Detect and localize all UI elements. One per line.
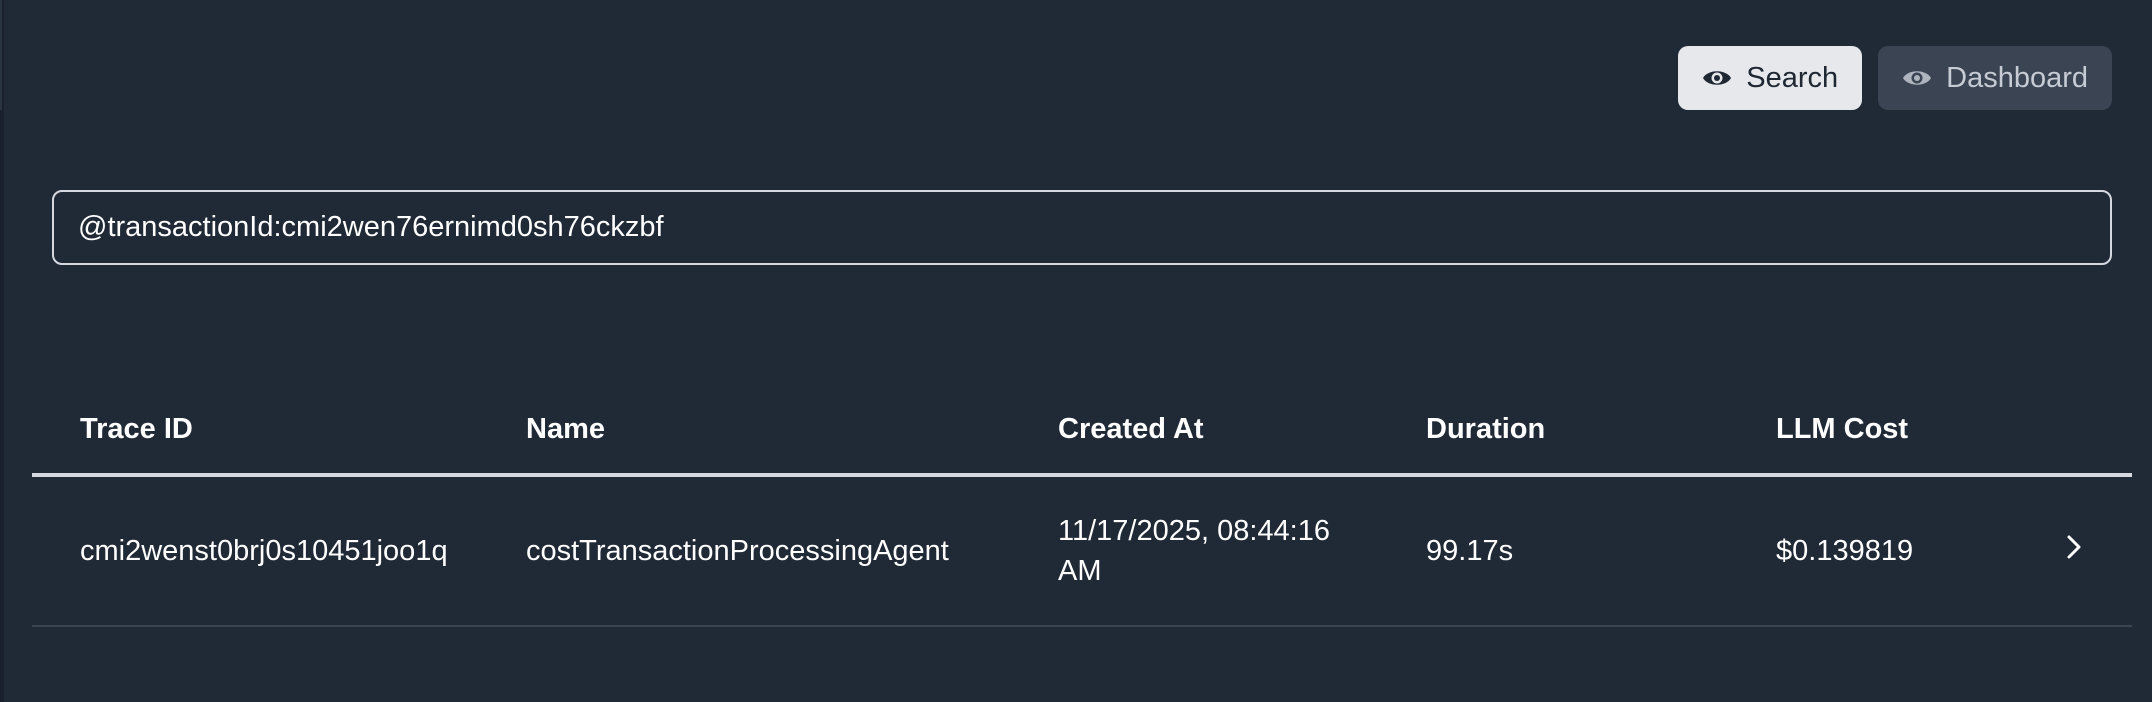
cell-trace-id: cmi2wenst0brj0s10451joo1q	[80, 534, 448, 567]
cell-name: costTransactionProcessingAgent	[526, 534, 949, 567]
cell-duration: 99.17s	[1426, 534, 1514, 567]
header-llm-cost: LLM Cost	[1776, 412, 1909, 445]
cell-llm-cost: $0.139819	[1776, 534, 1914, 567]
header-duration: Duration	[1426, 412, 1546, 445]
cell-created-at-wrap: 11/17/2025, 08:44:16 AM	[1058, 511, 1426, 591]
search-field[interactable]	[52, 190, 2112, 265]
search-view-label: Search	[1746, 61, 1839, 94]
header-created-at: Created At	[1058, 413, 1204, 445]
chevron-right-icon	[2066, 534, 2082, 568]
view-toggle: Search Dashboard	[1678, 46, 2112, 110]
dashboard-view-button[interactable]: Dashboard	[1878, 46, 2112, 110]
eye-icon	[1902, 68, 1932, 88]
traces-page: Search Dashboard Trace ID Name Created A…	[0, 0, 2152, 702]
table-row[interactable]: cmi2wenst0brj0s10451joo1q costTransactio…	[32, 477, 2132, 627]
row-expand-button[interactable]	[2016, 534, 2132, 568]
header-trace-id: Trace ID	[80, 412, 193, 445]
search-input[interactable]	[78, 211, 2086, 244]
cell-created-at: 11/17/2025, 08:44:16 AM	[1058, 515, 1330, 587]
table-header: Trace ID Name Created At Duration LLM Co…	[32, 385, 2132, 477]
sidebar-edge-divider	[0, 0, 2, 110]
dashboard-view-label: Dashboard	[1946, 61, 2088, 94]
header-name: Name	[526, 412, 605, 445]
traces-table: Trace ID Name Created At Duration LLM Co…	[32, 385, 2132, 627]
search-view-button[interactable]: Search	[1678, 46, 1863, 110]
eye-icon	[1702, 68, 1732, 88]
